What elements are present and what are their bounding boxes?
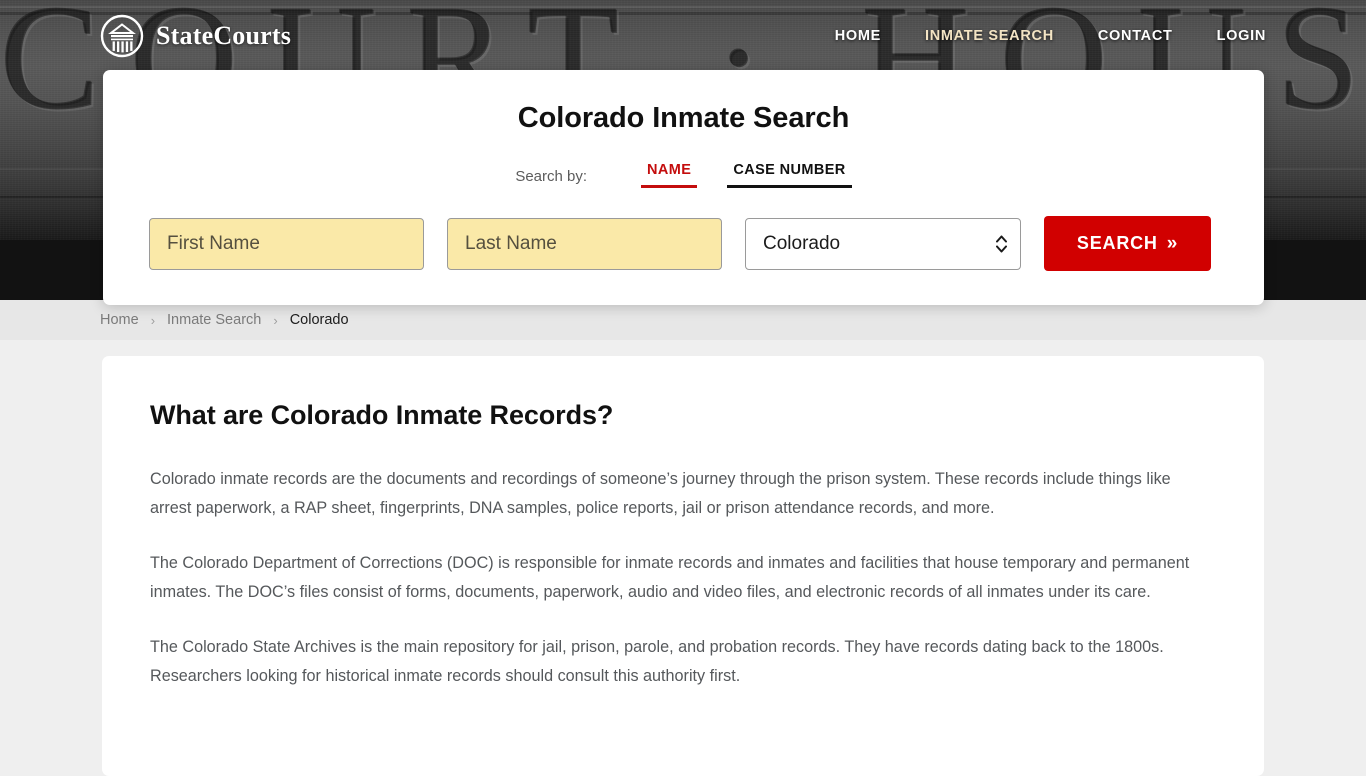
last-name-input[interactable] (447, 217, 722, 270)
content-paragraph-1: Colorado inmate records are the document… (150, 470, 1171, 517)
breadcrumb-separator-icon: › (150, 312, 156, 328)
breadcrumb-item-inmate-search[interactable]: Inmate Search (167, 312, 261, 328)
state-select-wrapper: Colorado (745, 217, 1021, 270)
search-by-label: Search by: (515, 168, 588, 185)
inmate-search-form: Colorado SEARCH » (149, 216, 1218, 271)
inmate-search-card: Colorado Inmate Search Search by: NAME C… (103, 70, 1264, 305)
state-select[interactable]: Colorado (745, 217, 1021, 270)
tab-search-by-case-number[interactable]: CASE NUMBER (727, 161, 852, 188)
top-navigation-bar: StateCourts HOME INMATE SEARCH CONTACT L… (0, 0, 1366, 72)
nav-item-inmate-search[interactable]: INMATE SEARCH (925, 28, 1054, 44)
breadcrumb-item-colorado: Colorado (289, 312, 349, 328)
search-button-label: SEARCH (1076, 233, 1158, 253)
nav-item-contact[interactable]: CONTACT (1098, 28, 1173, 44)
search-by-row: Search by: NAME CASE NUMBER (149, 161, 1218, 188)
search-card-title: Colorado Inmate Search (517, 102, 850, 134)
content-paragraph-3: The Colorado State Archives is the main … (150, 638, 1164, 685)
brand-name-text: StateCourts (156, 21, 292, 50)
first-name-input[interactable] (149, 217, 424, 270)
breadcrumb: Home › Inmate Search › Colorado (0, 300, 1366, 340)
tab-search-by-name[interactable]: NAME (641, 161, 698, 188)
breadcrumb-separator-icon: › (273, 312, 278, 328)
double-chevron-right-icon: » (1166, 233, 1179, 254)
primary-nav: HOME INMATE SEARCH CONTACT LOGIN (835, 28, 1266, 44)
nav-item-login[interactable]: LOGIN (1217, 28, 1266, 44)
search-button[interactable]: SEARCH » (1044, 216, 1211, 271)
courthouse-circle-icon (100, 14, 144, 58)
nav-item-home[interactable]: HOME (835, 28, 881, 44)
main-content-card: What are Colorado Inmate Records? Colora… (102, 356, 1264, 776)
brand-logo-link[interactable]: StateCourts (100, 14, 291, 58)
breadcrumb-item-home[interactable]: Home (100, 312, 139, 328)
content-paragraph-2: The Colorado Department of Corrections (… (150, 554, 1190, 601)
page-title: What are Colorado Inmate Records? (150, 400, 614, 430)
